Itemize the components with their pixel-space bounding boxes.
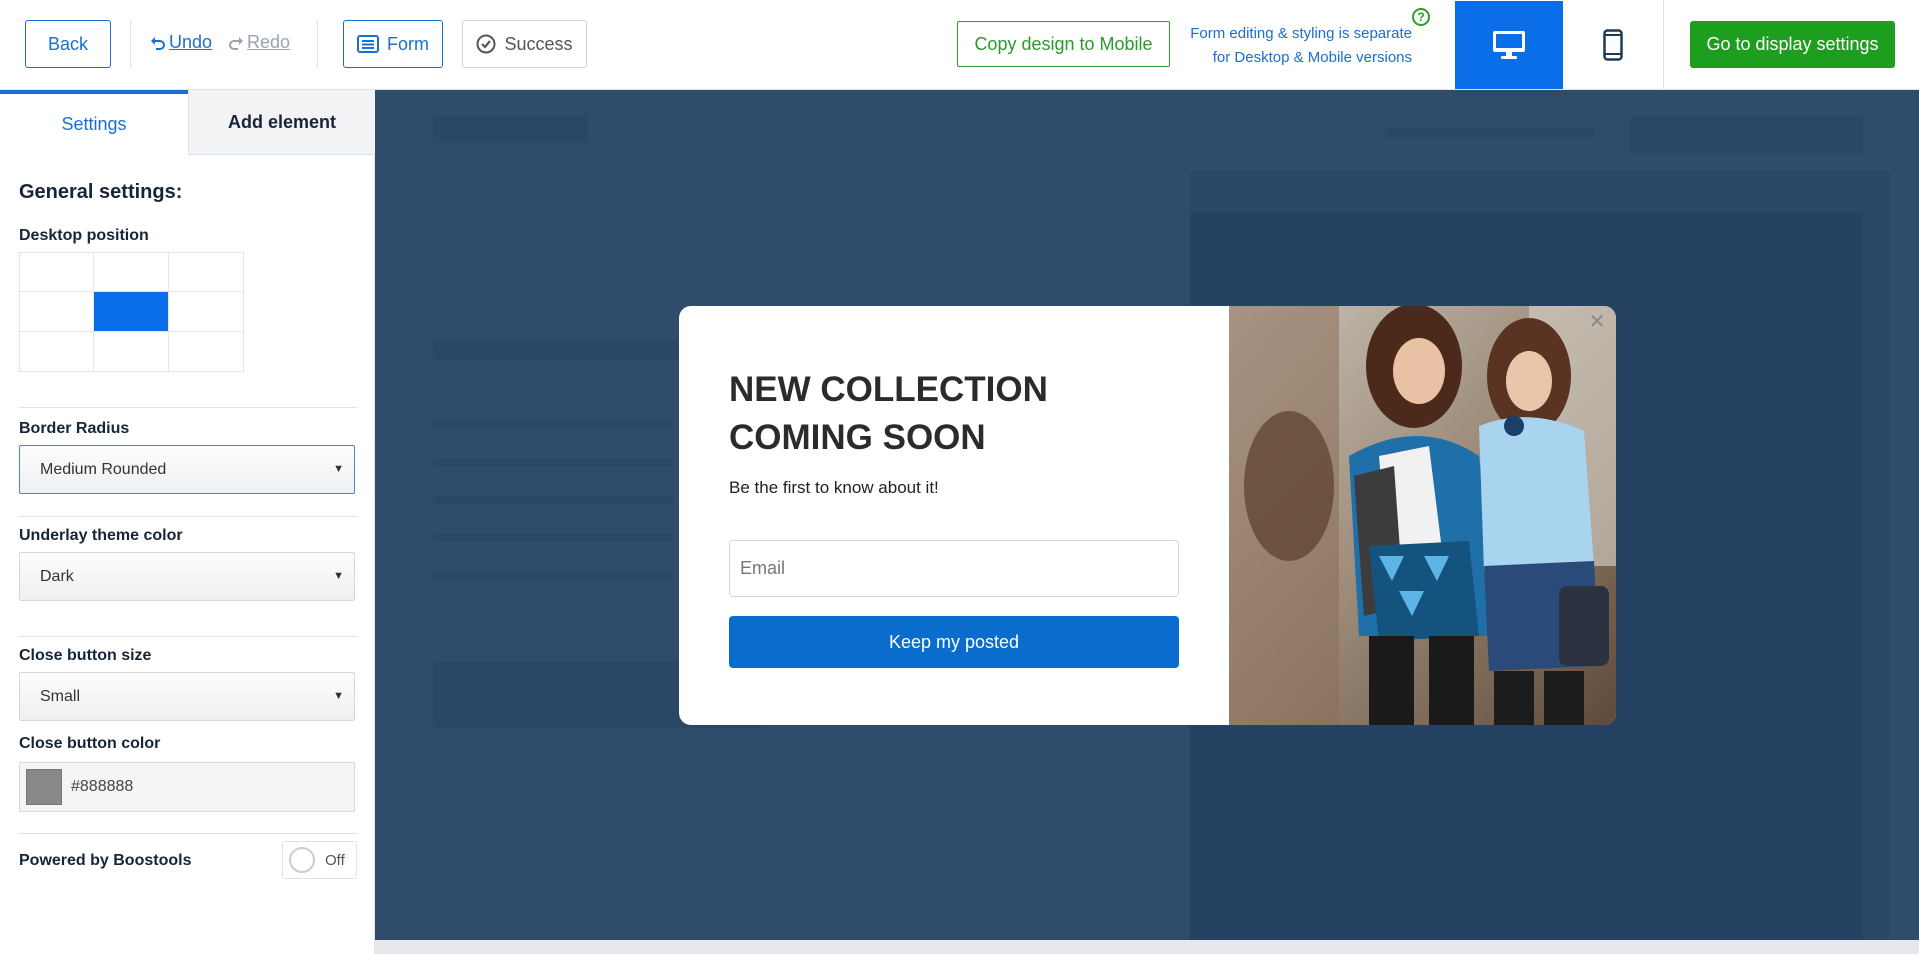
desktop-position-label: Desktop position bbox=[19, 227, 149, 244]
close-button-size-value: Small bbox=[40, 687, 81, 705]
position-middle-left[interactable] bbox=[20, 292, 95, 332]
section-divider bbox=[19, 833, 357, 834]
sidebar-tabs: Settings Add element bbox=[0, 90, 375, 155]
close-button-color-value: #888888 bbox=[71, 778, 134, 795]
position-top-right[interactable] bbox=[168, 253, 243, 293]
canvas-scrollbar-track[interactable] bbox=[375, 940, 1919, 954]
form-list-icon bbox=[357, 35, 379, 53]
dropdown-arrow-icon: ▼ bbox=[333, 690, 344, 702]
separate-note-line2: for Desktop & Mobile versions bbox=[1212, 49, 1412, 66]
desktop-monitor-icon bbox=[1493, 31, 1525, 59]
popup-content: NEW COLLECTION COMING SOON Be the first … bbox=[679, 306, 1229, 725]
popup-preview: NEW COLLECTION COMING SOON Be the first … bbox=[679, 306, 1616, 725]
position-top-center[interactable] bbox=[94, 253, 169, 293]
border-radius-value: Medium Rounded bbox=[40, 460, 167, 478]
placeholder-line bbox=[433, 572, 673, 580]
section-divider bbox=[19, 407, 357, 408]
powered-by-toggle-state: Off bbox=[325, 851, 345, 869]
dropdown-arrow-icon: ▼ bbox=[333, 463, 344, 475]
success-label: Success bbox=[504, 33, 573, 54]
redo-button[interactable]: Redo bbox=[228, 32, 290, 53]
placeholder-line bbox=[433, 534, 673, 542]
form-label: Form bbox=[387, 33, 429, 54]
popup-title-line1: NEW COLLECTION bbox=[729, 370, 1048, 409]
position-bottom-left[interactable] bbox=[20, 331, 95, 371]
popup-title[interactable]: NEW COLLECTION COMING SOON bbox=[729, 366, 1189, 462]
tab-settings[interactable]: Settings bbox=[0, 90, 188, 155]
toolbar-divider bbox=[130, 20, 131, 68]
position-middle-right[interactable] bbox=[168, 292, 243, 332]
position-top-left[interactable] bbox=[20, 253, 95, 293]
placeholder-line bbox=[433, 458, 673, 466]
underlay-theme-color-label: Underlay theme color bbox=[19, 527, 183, 544]
email-field[interactable] bbox=[729, 540, 1179, 597]
desktop-device-button[interactable] bbox=[1455, 1, 1563, 89]
close-button-color-label: Close button color bbox=[19, 735, 161, 752]
close-color-swatch[interactable] bbox=[26, 769, 62, 805]
border-radius-select[interactable]: Medium Rounded ▼ bbox=[19, 445, 355, 494]
separate-versions-note: Form editing & styling is separate for D… bbox=[1180, 22, 1412, 70]
placeholder-line bbox=[433, 420, 673, 428]
placeholder-line bbox=[433, 496, 673, 504]
close-button-size-select[interactable]: Small ▼ bbox=[19, 672, 355, 721]
section-divider bbox=[19, 516, 357, 517]
form-view-button[interactable]: Form bbox=[343, 20, 443, 68]
separate-note-line1: Form editing & styling is separate bbox=[1190, 25, 1412, 42]
toggle-knob bbox=[289, 847, 315, 873]
top-toolbar: Back Undo Redo Form Success Copy design … bbox=[0, 0, 1919, 90]
undo-label: Undo bbox=[169, 32, 213, 52]
close-icon[interactable]: ✕ bbox=[1586, 310, 1608, 333]
placeholder-block bbox=[1385, 128, 1595, 137]
powered-by-toggle[interactable]: Off bbox=[282, 841, 357, 879]
placeholder-block bbox=[433, 340, 683, 360]
close-button-size-label: Close button size bbox=[19, 647, 152, 664]
powered-by-label: Powered by Boostools bbox=[19, 852, 192, 869]
undo-icon bbox=[151, 36, 165, 50]
settings-sidebar: Settings Add element General settings: D… bbox=[0, 90, 375, 954]
popup-fashion-image[interactable]: ✕ bbox=[1229, 306, 1616, 725]
redo-icon bbox=[229, 36, 244, 50]
redo-label: Redo bbox=[247, 32, 291, 52]
fashion-models-illustration bbox=[1229, 306, 1616, 725]
placeholder-block bbox=[1630, 115, 1863, 153]
dropdown-arrow-icon: ▼ bbox=[333, 570, 344, 582]
undo-button[interactable]: Undo bbox=[150, 32, 212, 53]
success-view-button[interactable]: Success bbox=[462, 20, 587, 68]
go-to-display-settings-button[interactable]: Go to display settings bbox=[1690, 21, 1895, 68]
position-bottom-right[interactable] bbox=[169, 332, 243, 371]
copy-design-to-mobile-button[interactable]: Copy design to Mobile bbox=[957, 21, 1170, 67]
position-middle-center[interactable] bbox=[94, 292, 169, 332]
placeholder-block bbox=[433, 115, 588, 143]
popup-title-line2: COMING SOON bbox=[729, 418, 986, 457]
border-radius-label: Border Radius bbox=[19, 420, 130, 437]
position-bottom-center[interactable] bbox=[94, 331, 169, 371]
toolbar-divider bbox=[1663, 0, 1664, 90]
desktop-position-grid bbox=[19, 252, 244, 372]
popup-subtitle[interactable]: Be the first to know about it! bbox=[729, 478, 939, 498]
section-divider bbox=[19, 636, 357, 637]
check-circle-icon bbox=[476, 34, 496, 54]
general-settings-heading: General settings: bbox=[19, 181, 183, 203]
toolbar-divider bbox=[317, 20, 318, 68]
back-button[interactable]: Back bbox=[25, 20, 111, 68]
help-icon[interactable]: ? bbox=[1412, 8, 1430, 26]
mobile-phone-icon bbox=[1603, 29, 1623, 61]
close-button-color-field[interactable]: #888888 bbox=[19, 762, 355, 812]
tab-add-element[interactable]: Add element bbox=[188, 90, 375, 155]
underlay-theme-color-value: Dark bbox=[40, 567, 74, 585]
mobile-device-button[interactable] bbox=[1563, 1, 1663, 89]
keep-me-posted-button[interactable]: Keep my posted bbox=[729, 616, 1179, 668]
underlay-theme-color-select[interactable]: Dark ▼ bbox=[19, 552, 355, 601]
undo-redo-group: Undo Redo bbox=[150, 32, 290, 53]
